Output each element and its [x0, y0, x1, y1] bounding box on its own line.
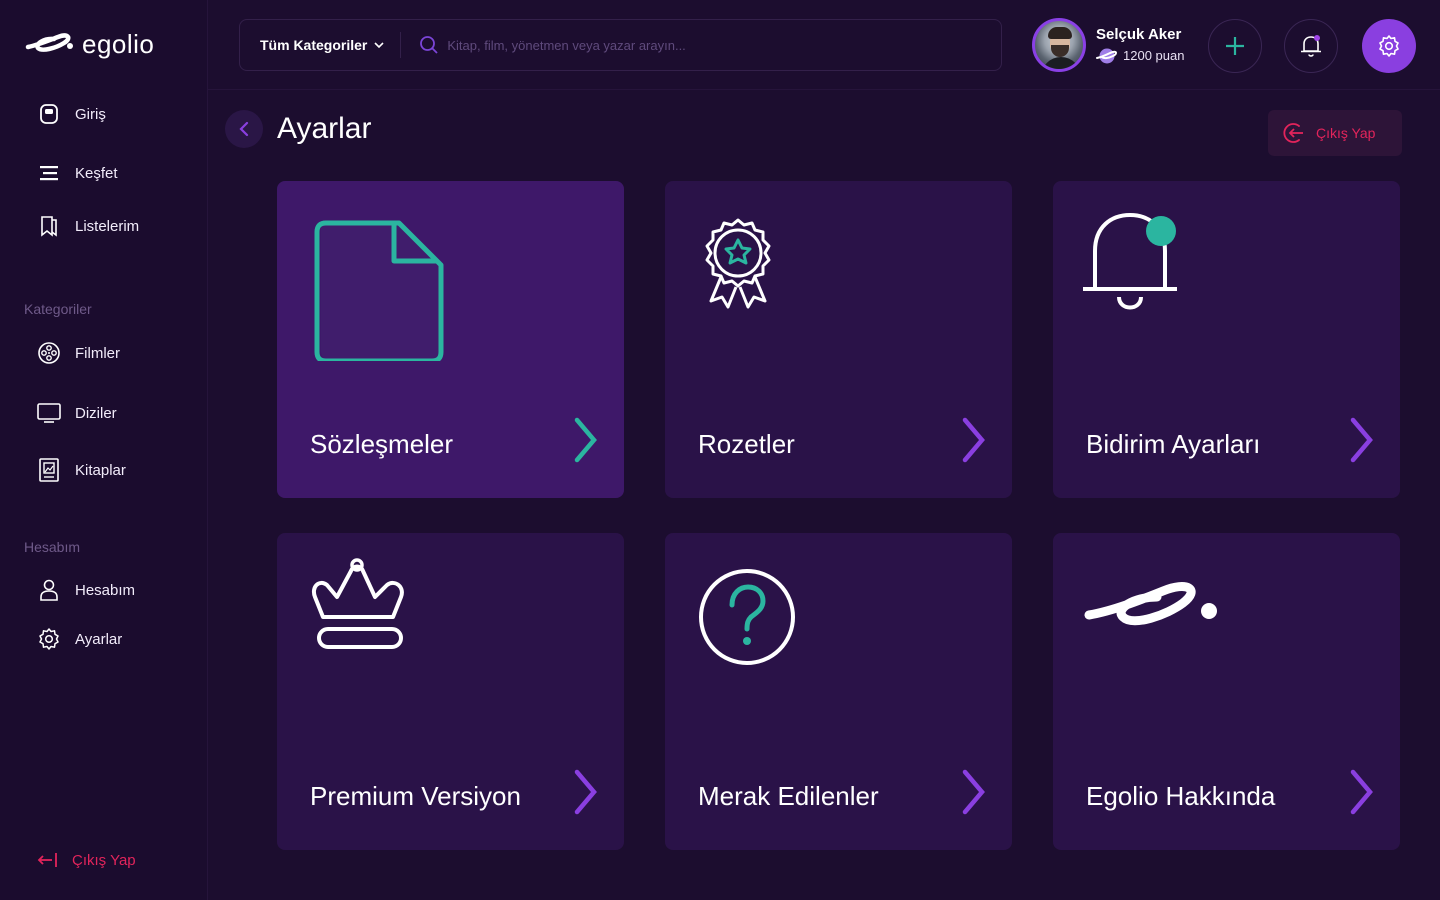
crown-icon	[309, 557, 413, 660]
sidebar-item-label: Filmler	[75, 344, 120, 362]
sidebar-logout-button[interactable]: Çıkış Yap	[36, 850, 136, 870]
egolio-logo-icon	[1083, 571, 1223, 652]
logout-icon	[1283, 123, 1303, 143]
chevron-right-icon	[574, 769, 598, 820]
film-reel-icon	[36, 340, 62, 366]
sidebar: egolio Giriş Keşfet Listelerim Kategoril…	[0, 0, 208, 900]
search-input[interactable]	[447, 37, 948, 53]
sidebar-item-label: Ayarlar	[75, 630, 123, 648]
sidebar-item-label: Listelerim	[75, 217, 140, 235]
chevron-right-icon	[962, 417, 986, 468]
sidebar-item-series[interactable]: Diziler	[36, 400, 117, 426]
sidebar-item-account[interactable]: Hesabım	[36, 577, 135, 603]
settings-card-about[interactable]: Egolio Hakkında	[1053, 533, 1400, 850]
chevron-right-icon	[574, 417, 598, 468]
bell-icon	[1301, 35, 1321, 57]
card-label: Merak Edilenler	[698, 781, 879, 811]
badge-icon	[697, 217, 779, 320]
user-name: Selçuk Aker	[1096, 25, 1182, 43]
book-icon	[36, 457, 62, 483]
egolio-logo-icon	[25, 33, 73, 52]
header-logout-button[interactable]: Çıkış Yap	[1268, 110, 1402, 156]
card-label: Sözleşmeler	[310, 429, 454, 459]
search-bar: Tüm Kategoriler	[239, 19, 1002, 71]
user-profile[interactable]: Selçuk Aker 1200 puan	[1032, 18, 1184, 72]
bookmark-icon	[36, 213, 62, 239]
logout-label: Çıkış Yap	[72, 851, 136, 869]
category-dropdown-label: Tüm Kategoriler	[260, 37, 368, 53]
gear-icon	[36, 626, 62, 652]
notifications-button[interactable]	[1284, 19, 1338, 73]
settings-card-premium[interactable]: Premium Versiyon	[277, 533, 624, 850]
points-coin-icon	[1096, 48, 1117, 63]
sidebar-item-label: Kitaplar	[75, 461, 126, 479]
sidebar-item-discover[interactable]: Keşfet	[36, 160, 118, 186]
sidebar-item-films[interactable]: Filmler	[36, 340, 120, 366]
card-label: Egolio Hakkında	[1086, 781, 1276, 811]
gear-icon	[1379, 35, 1399, 57]
category-dropdown[interactable]: Tüm Kategoriler	[240, 32, 402, 58]
chevron-right-icon	[1350, 417, 1374, 468]
plus-icon	[1226, 37, 1244, 55]
card-label: Bidirim Ayarları	[1086, 429, 1261, 459]
sidebar-item-label: Keşfet	[75, 164, 118, 182]
tv-icon	[36, 400, 62, 426]
card-label: Rozetler	[698, 429, 795, 459]
brand-logo[interactable]: egolio	[24, 26, 154, 62]
brand-name: egolio	[82, 28, 155, 59]
settings-button[interactable]	[1362, 19, 1416, 73]
sidebar-item-label: Diziler	[75, 404, 117, 422]
chevron-down-icon	[374, 42, 384, 49]
sidebar-item-books[interactable]: Kitaplar	[36, 457, 126, 483]
card-label: Premium Versiyon	[310, 781, 521, 811]
sidebar-item-label: Giriş	[75, 105, 106, 123]
top-bar: Tüm Kategoriler Selçuk Aker 1200 puan	[208, 0, 1440, 90]
search-field	[401, 35, 1001, 55]
back-button[interactable]	[225, 110, 263, 148]
home-icon	[36, 101, 62, 127]
user-points: 1200 puan	[1096, 47, 1184, 65]
search-icon	[420, 36, 438, 54]
sidebar-item-lists[interactable]: Listelerim	[36, 213, 139, 239]
chevron-right-icon	[1350, 769, 1374, 820]
chevron-right-icon	[962, 769, 986, 820]
sidebar-item-label: Hesabım	[75, 581, 136, 599]
settings-card-notifications[interactable]: Bidirim Ayarları	[1053, 181, 1400, 498]
logout-label: Çıkış Yap	[1316, 125, 1376, 141]
page-title: Ayarlar	[277, 112, 372, 145]
sidebar-item-home[interactable]: Giriş	[36, 101, 106, 127]
settings-card-faq[interactable]: Merak Edilenler	[665, 533, 1012, 850]
discover-icon	[36, 160, 62, 186]
sidebar-section-categories: Kategoriler	[24, 301, 92, 317]
document-icon	[307, 211, 447, 366]
user-points-value: 1200 puan	[1123, 48, 1185, 63]
notification-bell-icon	[1081, 211, 1181, 320]
add-button[interactable]	[1208, 19, 1262, 73]
chevron-left-icon	[239, 121, 249, 137]
settings-card-badges[interactable]: Rozetler	[665, 181, 1012, 498]
sidebar-section-account: Hesabım	[24, 539, 81, 555]
user-icon	[36, 577, 62, 603]
sidebar-item-settings[interactable]: Ayarlar	[36, 626, 122, 652]
logout-icon	[37, 853, 57, 867]
avatar	[1032, 18, 1086, 72]
settings-card-contracts[interactable]: Sözleşmeler	[277, 181, 624, 498]
question-icon	[697, 567, 797, 672]
